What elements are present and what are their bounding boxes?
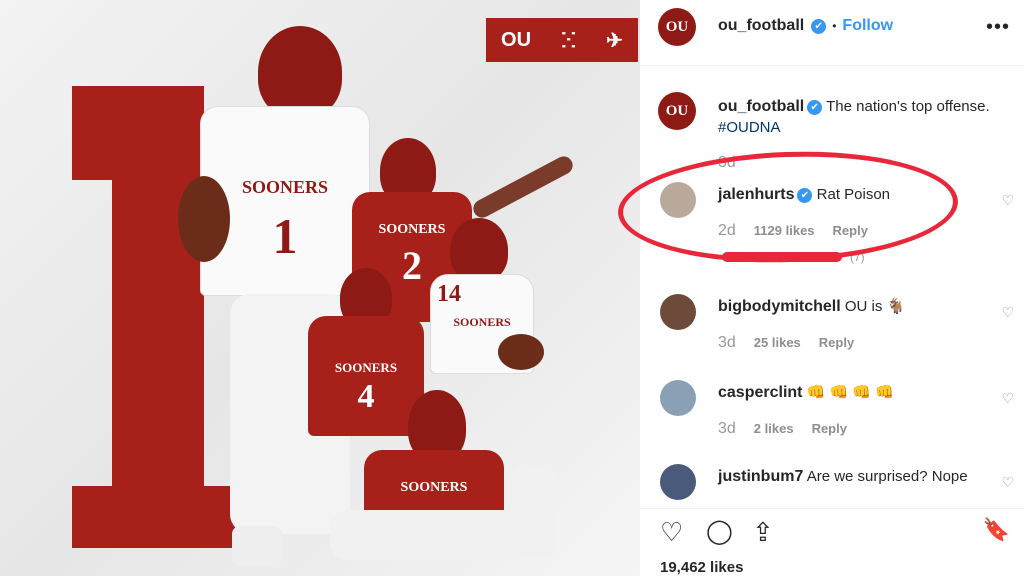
- ou-logo-icon: OU: [501, 28, 532, 51]
- player-4-jersey-word: SOONERS: [334, 360, 398, 375]
- player-5-jersey-word: SOONERS: [400, 480, 468, 495]
- player-3-jersey-word: SOONERS: [453, 315, 511, 329]
- verified-badge-icon: ✔: [807, 99, 823, 115]
- comment-likes[interactable]: 25 likes: [754, 335, 801, 350]
- share-icon[interactable]: ⇪: [752, 517, 774, 548]
- caption-age: 3d: [718, 154, 736, 171]
- comment-like-icon[interactable]: ♡: [1001, 304, 1014, 321]
- jordan-logo-icon: ✈: [606, 29, 623, 52]
- post-sidebar: OU ou_football ✔ • Follow ••• OU ou_foot…: [640, 0, 1024, 576]
- comment-item: casperclint 👊 👊 👊 👊 3d 2 likes Reply ♡: [640, 378, 1024, 448]
- comment-username[interactable]: justinbum7: [718, 468, 803, 485]
- comment-age: 2d: [718, 222, 736, 239]
- comment-username[interactable]: casperclint: [718, 384, 802, 401]
- header-separator: •: [832, 19, 837, 33]
- header-username[interactable]: ou_football: [718, 17, 804, 35]
- more-options-icon[interactable]: •••: [986, 16, 1010, 39]
- follow-button[interactable]: Follow: [842, 17, 893, 35]
- comment-like-icon[interactable]: ♡: [1001, 390, 1014, 407]
- commenter-avatar[interactable]: [660, 294, 696, 330]
- comment-username[interactable]: bigbodymitchell: [718, 298, 841, 315]
- commenter-avatar[interactable]: [660, 182, 696, 218]
- like-heart-icon[interactable]: ♡: [660, 517, 683, 548]
- comment-age: 3d: [718, 334, 736, 351]
- commenter-avatar[interactable]: [660, 464, 696, 500]
- player-3-jersey-number: 14: [437, 281, 461, 307]
- verified-badge-icon: ✔: [797, 187, 813, 203]
- reply-button[interactable]: Reply: [812, 421, 847, 436]
- comment-text: Rat Poison: [816, 186, 891, 203]
- caption-text: The nation's top offense.: [826, 98, 990, 115]
- verified-badge-icon: ✔: [811, 18, 827, 34]
- dna-logo-icon: ⵘ: [561, 29, 577, 52]
- comment-text: OU is 🐐: [844, 298, 906, 315]
- comment-age: 3d: [718, 420, 736, 437]
- caption-hashtag[interactable]: #OUDNA: [718, 119, 781, 136]
- comment-like-icon[interactable]: ♡: [1001, 474, 1014, 491]
- comment-like-icon[interactable]: ♡: [1001, 192, 1014, 209]
- comment-likes[interactable]: 1129 likes: [754, 223, 815, 238]
- reply-button[interactable]: Reply: [819, 335, 854, 350]
- view-replies-fragment[interactable]: (7): [850, 250, 865, 264]
- comment-bubble-icon[interactable]: ◯: [706, 517, 733, 546]
- post-action-bar: ♡ ◯ ⇪ 🔖 19,462 likes: [640, 508, 1024, 576]
- comment-item: bigbodymitchell OU is 🐐 3d 25 likes Repl…: [640, 292, 1024, 362]
- comment-item: jalenhurts ✔ Rat Poison 2d 1129 likes Rep…: [640, 180, 1024, 250]
- caption-avatar[interactable]: OU: [658, 92, 696, 130]
- reply-button[interactable]: Reply: [833, 223, 868, 238]
- ou-football-avatar[interactable]: OU: [658, 8, 696, 46]
- player-5: SOONERS: [320, 390, 540, 576]
- caption: OU ou_football ✔ The nation's top offense…: [640, 92, 1024, 172]
- comment-item: justinbum7 Are we surprised? Nope ♡: [640, 462, 1024, 506]
- comment-text: 👊 👊 👊 👊: [806, 384, 894, 401]
- caption-username[interactable]: ou_football: [718, 98, 804, 115]
- post-header: OU ou_football ✔ • Follow •••: [640, 0, 1024, 66]
- brand-logo-bar: OU ⵘ ✈: [486, 18, 638, 62]
- comment-text: Are we surprised? Nope: [806, 468, 968, 485]
- post-image[interactable]: OU ⵘ ✈ SOONERS 1 SOONERS 2 14 SOONERS SO…: [0, 0, 640, 576]
- comment-likes[interactable]: 2 likes: [754, 421, 794, 436]
- comment-username[interactable]: jalenhurts: [718, 186, 794, 203]
- save-bookmark-icon[interactable]: 🔖: [983, 517, 1010, 543]
- likes-count[interactable]: 19,462 likes: [660, 559, 743, 576]
- commenter-avatar[interactable]: [660, 380, 696, 416]
